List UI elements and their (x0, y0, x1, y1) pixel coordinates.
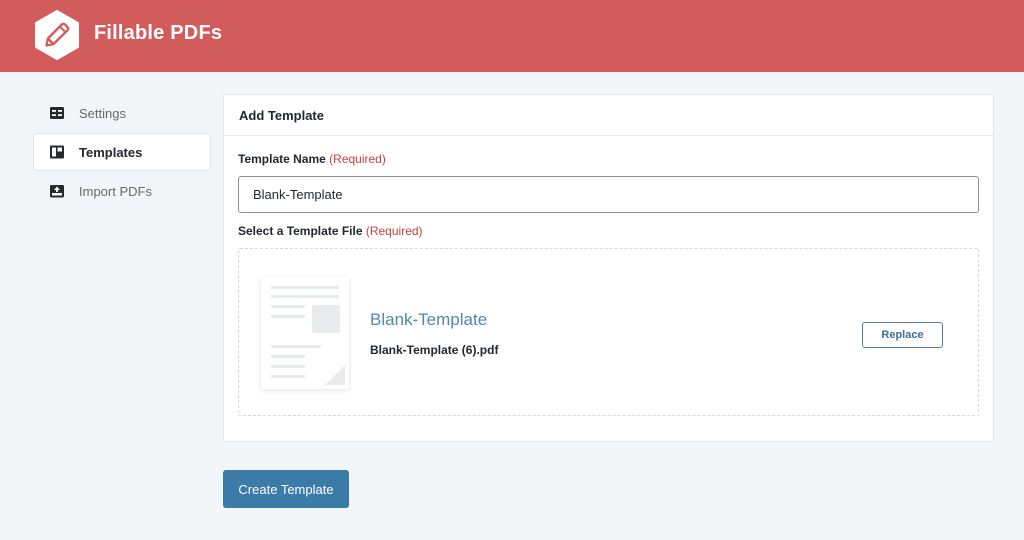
document-preview-icon (271, 286, 345, 385)
pdf-thumbnail (261, 277, 349, 389)
pencil-hexagon-icon[interactable] (31, 9, 83, 61)
required-marker: (Required) (365, 224, 423, 238)
sidebar-item-label: Templates (79, 144, 143, 160)
sidebar-item-label: Settings (79, 105, 126, 121)
sidebar-item-templates[interactable]: Templates (33, 133, 211, 171)
required-marker: (Required) (329, 152, 386, 166)
template-file-dropzone[interactable]: Blank-Template Blank-Template (6).pdf Re… (238, 248, 979, 416)
import-icon (50, 185, 64, 198)
file-title: Blank-Template (370, 310, 488, 329)
sidebar-item-import-pdfs[interactable]: Import PDFs (33, 172, 211, 210)
app-header: Fillable PDFs (0, 0, 1024, 72)
template-name-input[interactable] (238, 176, 979, 213)
templates-icon (50, 145, 64, 159)
replace-button[interactable]: Replace (862, 322, 943, 348)
panel-title: Add Template (224, 95, 993, 136)
template-file-label: Select a Template File (Required) (238, 224, 423, 238)
sidebar-nav: Settings Templates Import PDFs (33, 94, 211, 211)
file-name: Blank-Template (6).pdf (370, 343, 499, 357)
create-template-button[interactable]: Create Template (223, 470, 349, 508)
settings-icon (50, 107, 64, 119)
app-brand: Fillable PDFs (94, 22, 223, 44)
sidebar-item-settings[interactable]: Settings (33, 94, 211, 132)
add-template-panel: Add Template Template Name (Required) Se… (223, 94, 994, 442)
sidebar-item-label: Import PDFs (79, 183, 152, 199)
template-name-label: Template Name (Required) (238, 152, 386, 166)
